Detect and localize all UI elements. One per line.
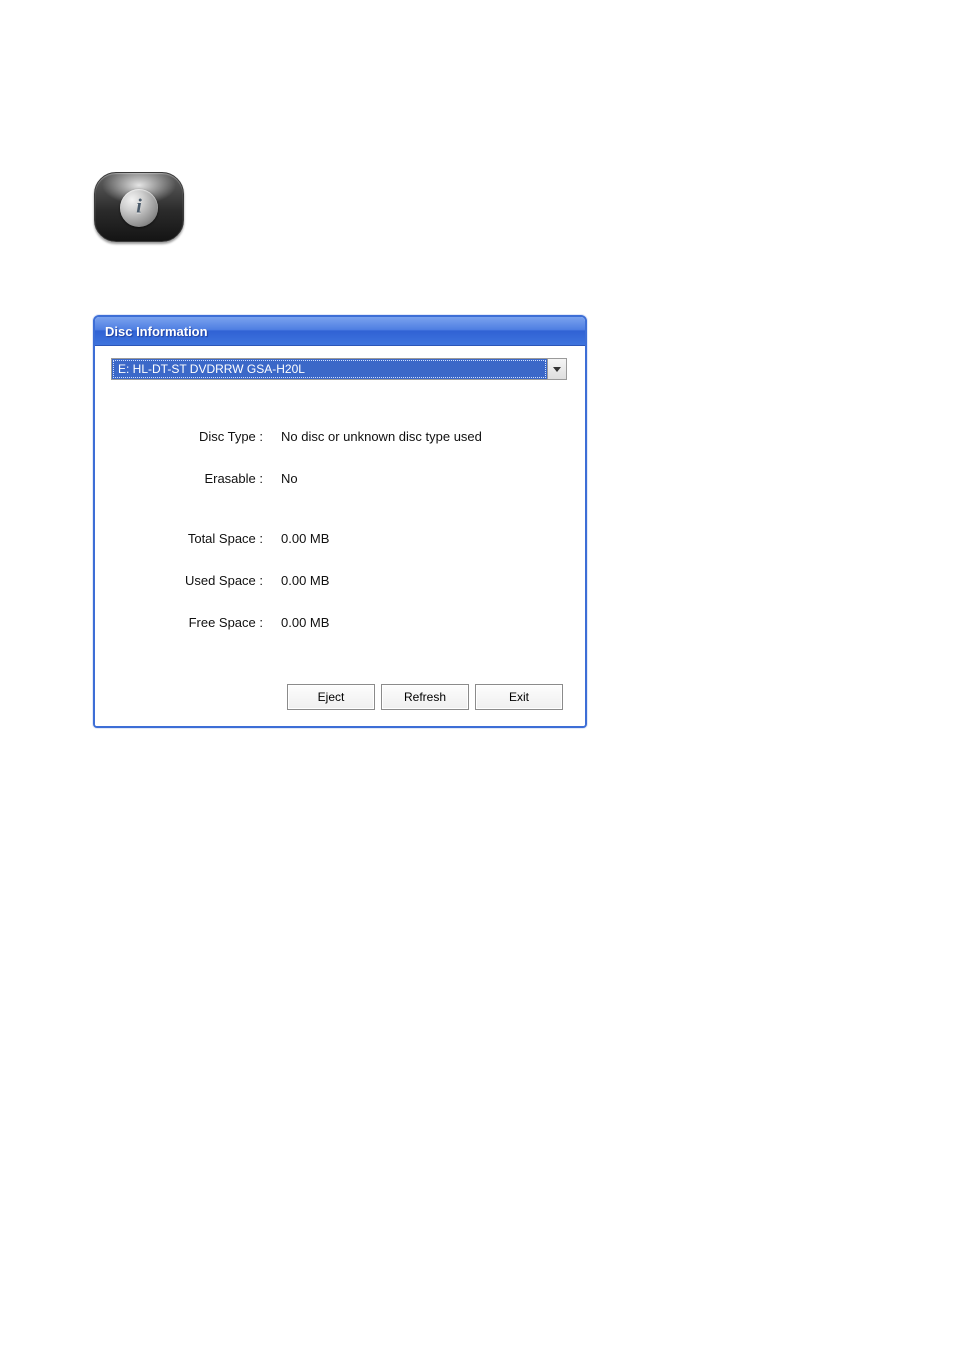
drive-select-value: E: HL-DT-ST DVDRRW GSA-H20L: [112, 359, 547, 379]
erasable-value: No: [281, 470, 569, 488]
dialog-titlebar[interactable]: Disc Information: [95, 317, 585, 346]
disc-info-grid: Disc Type : No disc or unknown disc type…: [111, 428, 569, 632]
disc-type-value: No disc or unknown disc type used: [281, 428, 569, 446]
disc-info-icon-button[interactable]: i: [94, 172, 184, 242]
dialog-title: Disc Information: [105, 324, 208, 339]
erasable-label: Erasable :: [111, 470, 281, 488]
used-space-label: Used Space :: [111, 572, 281, 590]
dropdown-arrow-icon[interactable]: [547, 359, 566, 379]
eject-button[interactable]: Eject: [287, 684, 375, 710]
total-space-label: Total Space :: [111, 530, 281, 548]
disc-info-toolbar-icon[interactable]: i: [94, 172, 182, 240]
used-space-value: 0.00 MB: [281, 572, 569, 590]
free-space-value: 0.00 MB: [281, 614, 569, 632]
disc-information-dialog: Disc Information E: HL-DT-ST DVDRRW GSA-…: [93, 315, 587, 728]
dialog-body: E: HL-DT-ST DVDRRW GSA-H20L Disc Type : …: [95, 346, 585, 726]
refresh-button[interactable]: Refresh: [381, 684, 469, 710]
info-icon: i: [120, 189, 158, 227]
disc-type-label: Disc Type :: [111, 428, 281, 446]
total-space-value: 0.00 MB: [281, 530, 569, 548]
exit-button[interactable]: Exit: [475, 684, 563, 710]
info-icon-glyph: i: [136, 196, 142, 219]
dialog-button-row: Eject Refresh Exit: [111, 684, 569, 714]
free-space-label: Free Space :: [111, 614, 281, 632]
drive-select-dropdown[interactable]: E: HL-DT-ST DVDRRW GSA-H20L: [111, 358, 567, 380]
